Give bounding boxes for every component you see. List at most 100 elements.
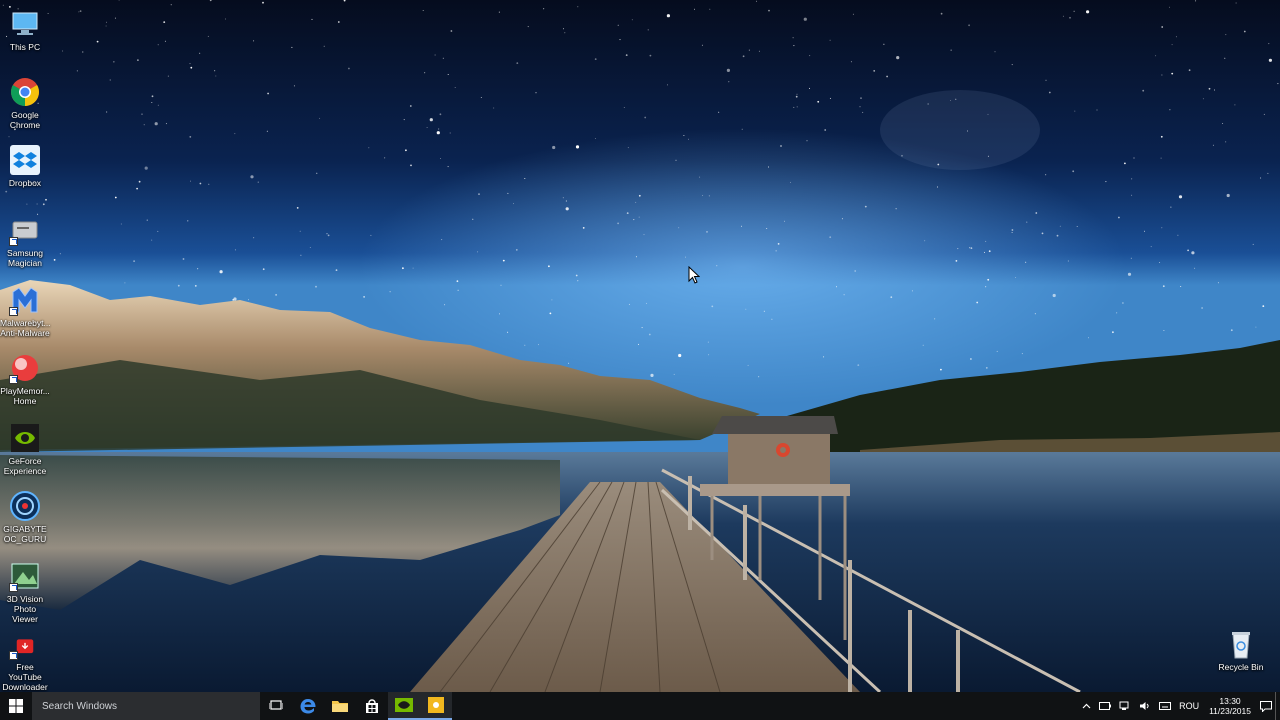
star <box>1188 69 1191 72</box>
star <box>439 113 442 116</box>
star <box>895 208 897 210</box>
star <box>1122 302 1124 304</box>
desktop-icon-dropbox[interactable]: Dropbox <box>0 144 50 188</box>
keyboard-icon-button[interactable] <box>1159 701 1172 711</box>
star <box>1222 123 1224 124</box>
star <box>1124 162 1126 165</box>
edge-button[interactable] <box>292 692 324 720</box>
desktop-icon-geforce[interactable]: GeForce Experience <box>0 422 50 476</box>
network-button[interactable] <box>1119 701 1131 711</box>
desktop-icon-label: GIGABYTE OC_GURU <box>3 524 47 544</box>
star <box>143 124 145 126</box>
star <box>701 44 703 46</box>
geforce-taskbar-button[interactable] <box>388 692 420 720</box>
star <box>617 222 619 225</box>
desktop-icon-chrome[interactable]: Google Chrome <box>0 76 50 130</box>
star <box>535 92 537 94</box>
desktop-icon-label: This PC <box>9 42 41 52</box>
desktop-icon-gigabyte[interactable]: GIGABYTE OC_GURU <box>0 490 50 544</box>
playmemories-icon <box>9 352 41 384</box>
star <box>499 313 500 315</box>
star <box>864 205 867 208</box>
star <box>643 234 645 236</box>
star <box>402 267 404 270</box>
desktop-icon-recycle-bin[interactable]: Recycle Bin <box>1214 628 1268 672</box>
star <box>594 138 596 139</box>
star <box>987 278 990 281</box>
star <box>829 39 831 41</box>
star <box>582 227 585 229</box>
star <box>146 219 148 221</box>
star <box>795 95 798 98</box>
star <box>896 56 900 60</box>
star <box>1142 89 1145 92</box>
star <box>758 50 760 52</box>
star <box>199 182 202 185</box>
star <box>940 368 942 371</box>
star <box>694 8 695 10</box>
star <box>911 290 913 292</box>
clock-time: 13:30 <box>1219 696 1241 706</box>
star <box>199 52 201 54</box>
star <box>440 158 441 159</box>
geforce-icon <box>9 422 41 454</box>
star <box>442 57 444 59</box>
search-box[interactable]: Search Windows <box>32 692 260 720</box>
desktop-icon-this-pc[interactable]: This PC <box>0 8 50 52</box>
action-center-button[interactable] <box>1257 692 1275 720</box>
star <box>985 240 987 242</box>
star <box>859 106 861 108</box>
star <box>635 256 637 258</box>
recycle-bin-icon <box>1225 628 1257 660</box>
star <box>756 0 757 2</box>
show-desktop-button[interactable] <box>1275 692 1280 720</box>
file-explorer-button[interactable] <box>324 692 356 720</box>
desktop-icon-playmemories[interactable]: PlayMemor... Home <box>0 352 50 406</box>
star <box>638 216 640 218</box>
star <box>970 358 972 360</box>
desktop-icon-3d-vision[interactable]: 3D Vision Photo Viewer <box>0 560 50 624</box>
tray-app-icon[interactable] <box>1099 701 1112 711</box>
star <box>447 166 449 168</box>
star <box>678 227 680 229</box>
star <box>137 59 139 61</box>
star <box>253 237 255 239</box>
desktop-icon-youtube-downloader[interactable]: Free YouTube Downloader <box>0 638 50 692</box>
star <box>363 296 365 298</box>
star <box>1056 234 1059 237</box>
task-view-button[interactable] <box>260 692 292 720</box>
clock[interactable]: 13:30 11/23/2015 <box>1209 696 1251 716</box>
star <box>138 180 141 183</box>
star <box>426 127 428 128</box>
start-button[interactable] <box>0 692 32 720</box>
star <box>1062 15 1064 17</box>
star <box>1160 157 1162 159</box>
star <box>167 75 169 77</box>
star <box>114 196 117 199</box>
desktop-icon-samsung-magician[interactable]: Samsung Magician <box>0 214 50 268</box>
language-indicator[interactable]: ROU <box>1179 701 1199 711</box>
store-button[interactable] <box>356 692 388 720</box>
star <box>708 195 710 197</box>
star <box>447 74 449 75</box>
star <box>456 280 459 283</box>
star <box>384 157 386 159</box>
star <box>1045 174 1047 176</box>
desktop-icon-malwarebytes[interactable]: Malwarebyt... Anti-Malware <box>0 284 51 338</box>
star <box>708 354 710 356</box>
star <box>315 285 317 288</box>
star <box>157 104 159 106</box>
star <box>648 333 651 336</box>
task-view-icon <box>269 700 283 710</box>
search-placeholder: Search Windows <box>42 700 118 712</box>
show-hidden-icons-button[interactable] <box>1082 703 1091 709</box>
star <box>968 24 970 27</box>
star <box>970 247 973 250</box>
star <box>793 106 795 108</box>
volume-button[interactable] <box>1139 701 1151 711</box>
yellow-app-taskbar-button[interactable] <box>420 692 452 720</box>
star <box>950 49 952 51</box>
star <box>454 87 456 88</box>
star <box>36 203 38 205</box>
star <box>647 29 649 31</box>
